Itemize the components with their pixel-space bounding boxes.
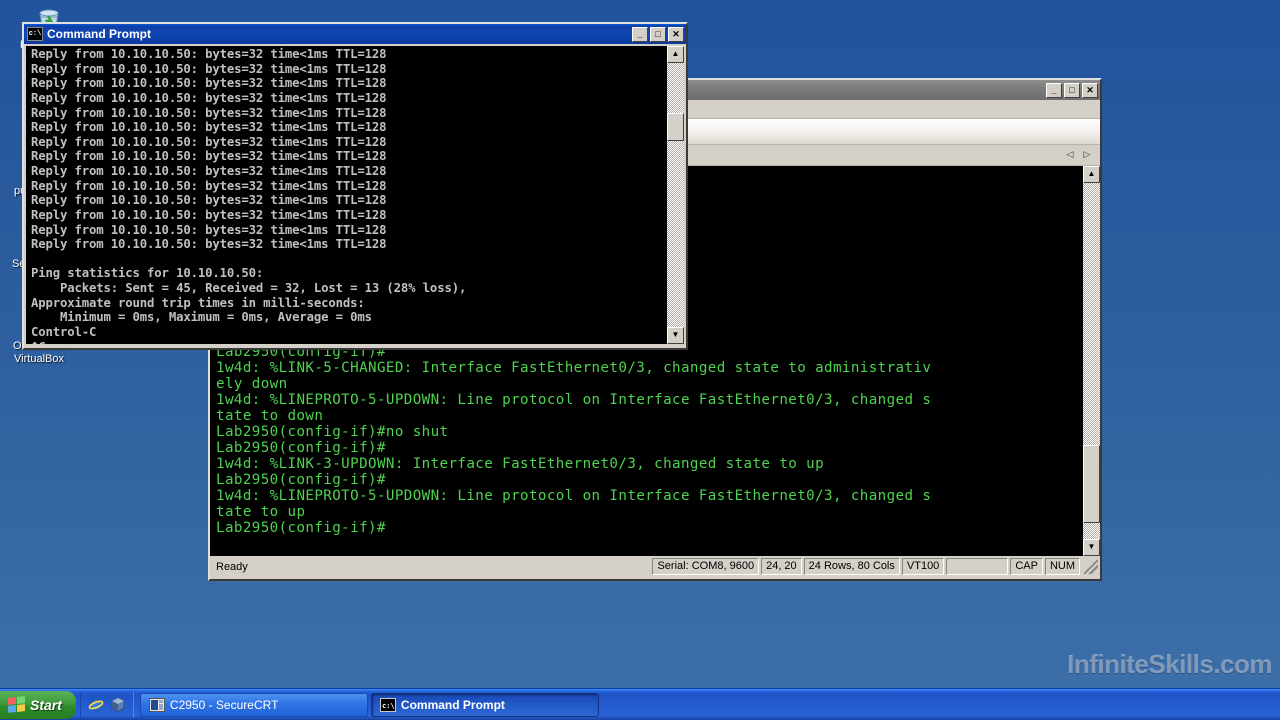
svg-text:c:\: c:\ <box>382 702 395 710</box>
command-prompt-scrollbar[interactable]: ▲ ▼ <box>667 46 684 344</box>
securecrt-scrollbar[interactable]: ▲ ▼ <box>1083 166 1100 556</box>
securecrt-statusbar: Ready Serial: COM8, 9600 24, 20 24 Rows,… <box>210 556 1100 577</box>
cmd-icon: c:\ <box>379 697 396 712</box>
status-size: 24 Rows, 80 Cols <box>803 558 900 575</box>
windows-logo-icon <box>8 695 25 714</box>
status-num: NUM <box>1044 558 1080 575</box>
command-prompt-titlebar[interactable]: c:\ Command Prompt _ □ ✕ <box>24 24 686 44</box>
command-prompt-title: Command Prompt <box>47 27 152 41</box>
securecrt-icon <box>148 697 165 712</box>
scroll-down-icon[interactable]: ▼ <box>1083 539 1100 556</box>
cmd-icon: c:\ <box>27 27 43 41</box>
watermark: InfiniteSkills.com <box>1067 649 1272 679</box>
internet-explorer-icon[interactable] <box>88 697 104 713</box>
scroll-up-icon[interactable]: ▲ <box>667 46 684 63</box>
close-button[interactable]: ✕ <box>1082 82 1098 98</box>
virtualbox-icon[interactable] <box>110 696 126 713</box>
status-cursor: 24, 20 <box>761 558 802 575</box>
tab-scroll-right-icon[interactable]: ▷ <box>1080 148 1094 162</box>
close-button[interactable]: ✕ <box>668 26 684 42</box>
start-button-label: Start <box>30 696 62 713</box>
scroll-thumb[interactable] <box>667 113 684 141</box>
status-emulation: VT100 <box>901 558 945 575</box>
maximize-button[interactable]: □ <box>650 26 666 42</box>
scroll-up-icon[interactable]: ▲ <box>1083 166 1100 183</box>
taskbar-item-securecrt[interactable]: C2950 - SecureCRT <box>139 692 368 717</box>
command-prompt-window[interactable]: c:\ Command Prompt _ □ ✕ Reply from 10.1… <box>22 22 688 350</box>
minimize-button[interactable]: _ <box>1046 82 1062 98</box>
scroll-track[interactable] <box>1083 183 1100 539</box>
taskbar-item-label: C2950 - SecureCRT <box>169 697 279 712</box>
taskbar-item-command-prompt[interactable]: c:\ Command Prompt <box>370 692 599 717</box>
status-connection: Serial: COM8, 9600 <box>652 558 760 575</box>
status-cap: CAP <box>1010 558 1043 575</box>
start-button[interactable]: Start <box>0 690 76 719</box>
tab-scroll-left-icon[interactable]: ◁ <box>1063 148 1077 162</box>
command-prompt-client: Reply from 10.10.10.50: bytes=32 time<1m… <box>24 44 686 346</box>
scroll-track[interactable] <box>667 63 684 327</box>
status-ready: Ready <box>216 560 248 573</box>
resize-grip-icon[interactable] <box>1084 559 1098 574</box>
status-blank <box>946 558 1009 575</box>
scroll-down-icon[interactable]: ▼ <box>667 327 684 344</box>
scroll-thumb[interactable] <box>1083 445 1100 523</box>
command-prompt-text: Reply from 10.10.10.50: bytes=32 time<1m… <box>26 46 667 344</box>
taskbar-items: C2950 - SecureCRT c:\ Command Prompt <box>134 692 1280 717</box>
taskbar-item-label: Command Prompt <box>400 697 505 712</box>
desktop: Recycle Bin pu Se Oracle VM VirtualBox _… <box>0 0 1280 688</box>
maximize-button[interactable]: □ <box>1064 82 1080 98</box>
minimize-button[interactable]: _ <box>632 26 648 42</box>
quick-launch-bar <box>79 691 134 718</box>
taskbar: Start C2950 - SecureCRT c:\ Command Prom… <box>0 688 1280 720</box>
